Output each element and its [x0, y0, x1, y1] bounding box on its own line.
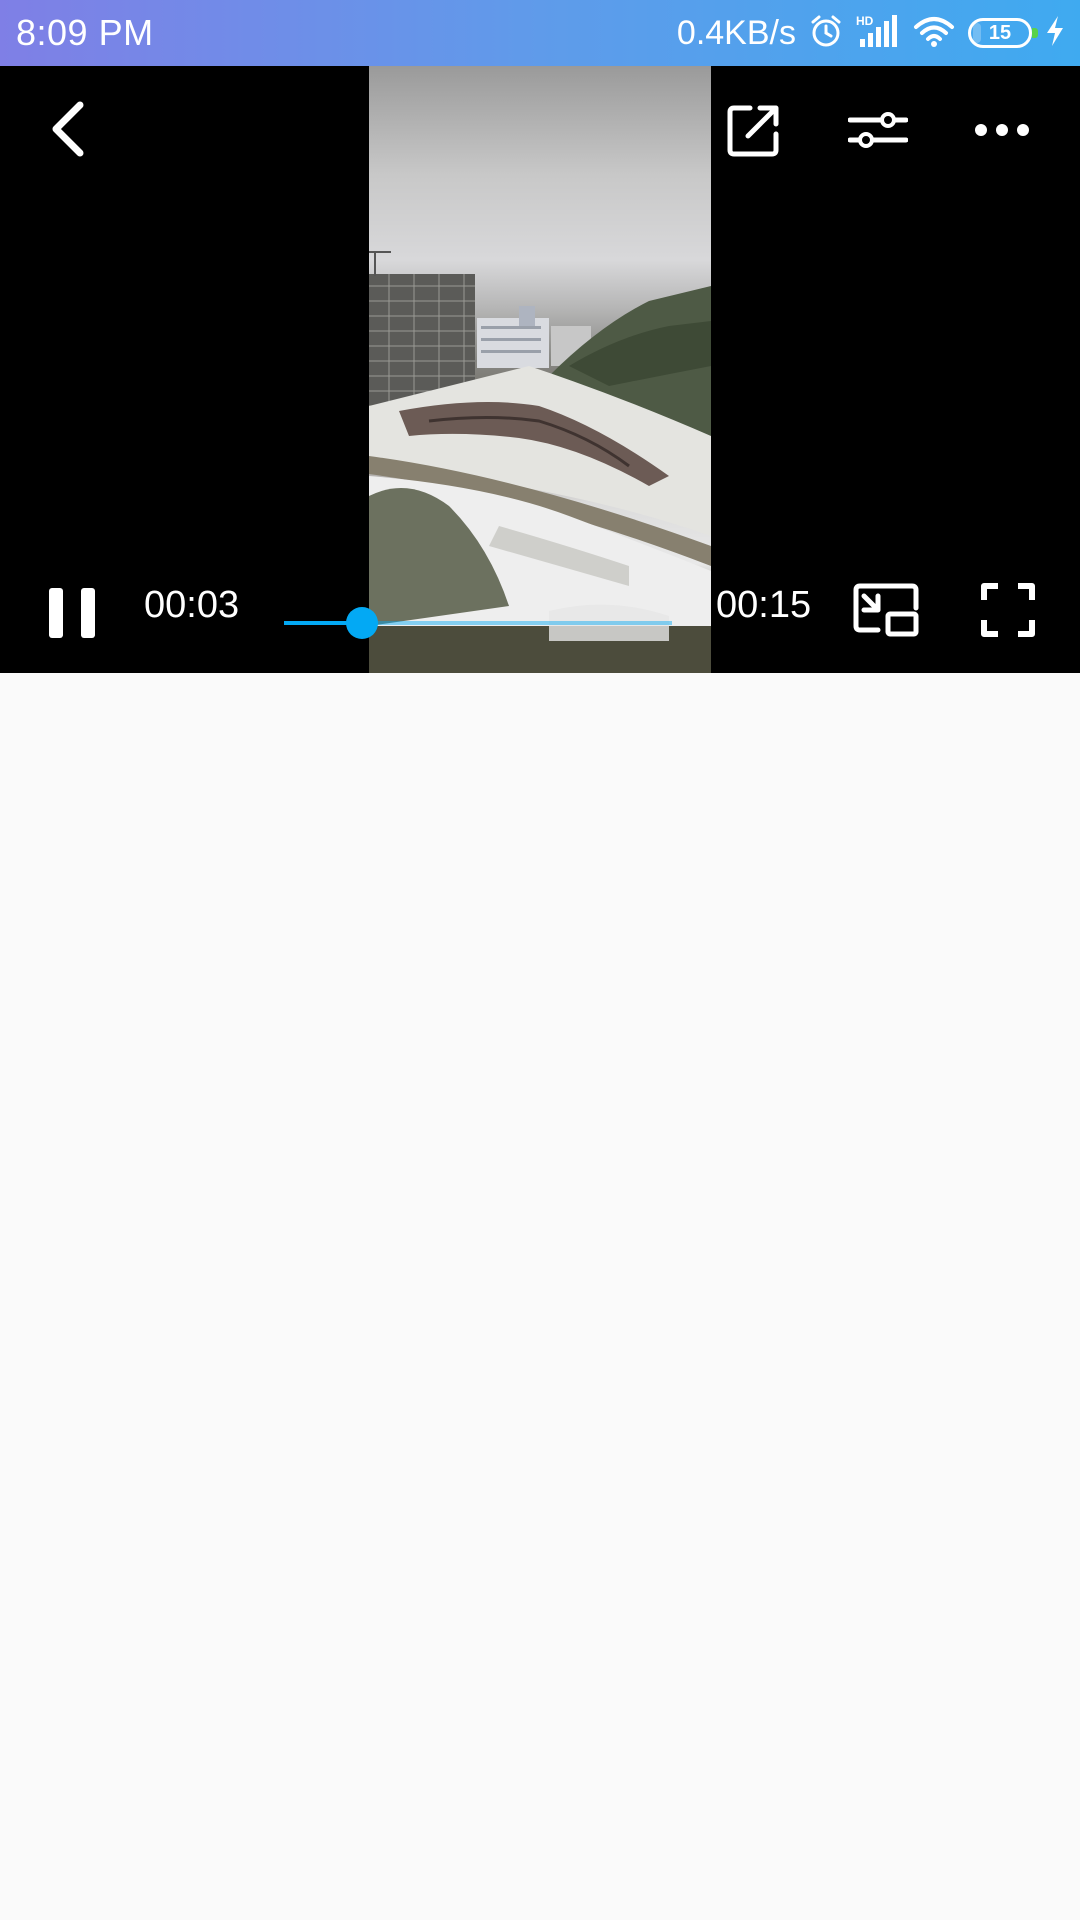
charging-icon — [1044, 14, 1066, 53]
seek-bar[interactable] — [284, 603, 672, 643]
wifi-icon — [912, 13, 956, 54]
battery-icon: 15 — [968, 18, 1038, 48]
pause-icon[interactable] — [40, 578, 104, 648]
seek-thumb[interactable] — [345, 607, 378, 639]
picture-in-picture-icon[interactable] — [850, 574, 922, 646]
status-time: 8:09 PM — [16, 12, 154, 53]
alarm-icon — [808, 13, 844, 54]
total-time: 00:15 — [716, 584, 812, 626]
more-icon[interactable] — [970, 98, 1034, 162]
status-indicators: 0.4KB/s HD 15 — [677, 0, 1066, 66]
back-icon[interactable] — [40, 94, 96, 164]
video-player[interactable]: 00:03 00:15 — [0, 66, 1080, 673]
network-speed: 0.4KB/s — [676, 13, 796, 52]
hd-signal-icon: HD — [856, 13, 900, 54]
current-time: 00:03 — [144, 584, 240, 626]
svg-text:HD: HD — [856, 14, 874, 28]
battery-level: 15 — [988, 21, 1012, 44]
settings-sliders-icon[interactable] — [846, 98, 910, 162]
content-area — [0, 673, 1080, 1920]
fullscreen-icon[interactable] — [974, 574, 1042, 646]
open-external-icon[interactable] — [720, 96, 788, 164]
video-frame[interactable] — [369, 66, 711, 673]
status-bar: 8:09 PM 0.4KB/s HD 15 — [0, 0, 1080, 66]
